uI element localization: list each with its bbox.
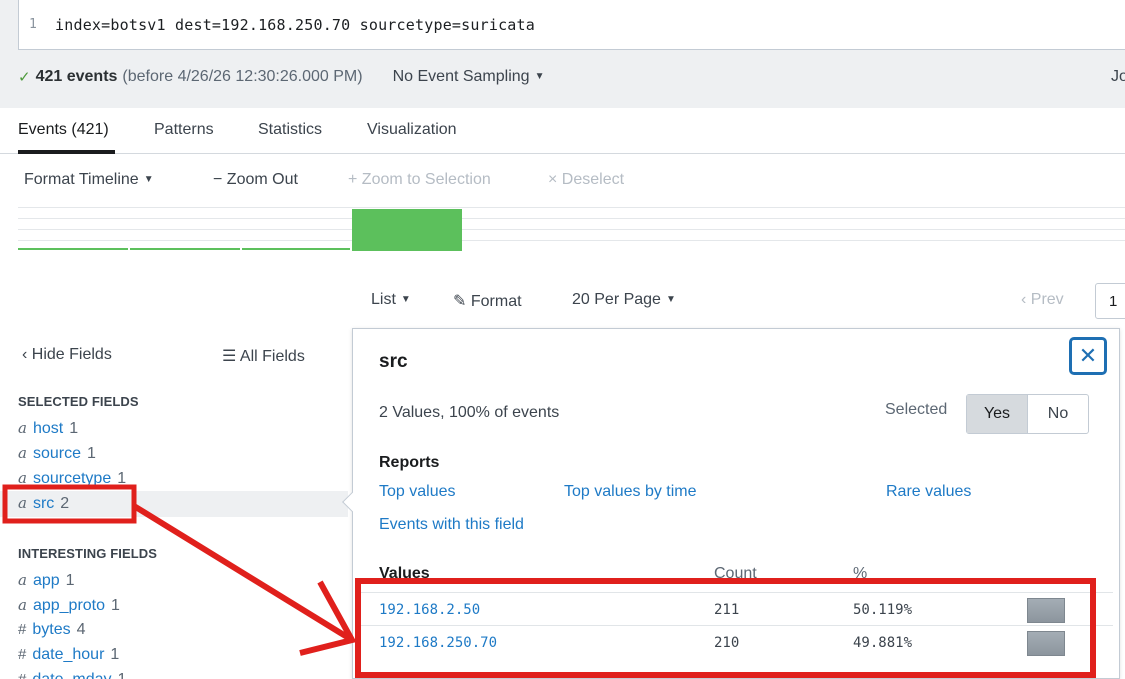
string-type-icon: a xyxy=(18,419,27,437)
field-src[interactable]: a src 2 xyxy=(18,494,69,513)
per-page-dropdown[interactable]: 20 Per Page ▼ xyxy=(572,291,676,309)
list-icon: ☰ xyxy=(222,348,237,365)
top-values-link[interactable]: Top values xyxy=(379,483,456,501)
timeline-gridline xyxy=(18,229,1125,230)
number-type-icon: # xyxy=(18,621,27,638)
tab-bar: Events (421) Patterns Statistics Visuali… xyxy=(0,108,1125,154)
search-area: 1 index=botsv1 dest=192.168.250.70 sourc… xyxy=(0,0,1125,108)
value-row[interactable]: 192.168.2.50 211 50.119% xyxy=(361,592,1113,625)
no-button[interactable]: No xyxy=(1028,395,1088,433)
field-sourcetype[interactable]: a sourcetype 1 xyxy=(18,469,126,488)
all-fields-button[interactable]: ☰ All Fields xyxy=(222,346,305,366)
timeline-bar[interactable] xyxy=(352,209,462,251)
search-input[interactable]: 1 index=botsv1 dest=192.168.250.70 sourc… xyxy=(18,0,1125,50)
active-tab-indicator xyxy=(18,150,115,154)
values-header: Values xyxy=(379,565,430,582)
job-menu[interactable]: Jo xyxy=(1111,68,1125,86)
caret-down-icon: ▼ xyxy=(143,174,154,185)
check-icon: ✓ xyxy=(18,69,31,86)
tab-patterns[interactable]: Patterns xyxy=(154,121,214,139)
string-type-icon: a xyxy=(18,444,27,462)
value-percent: 49.881% xyxy=(853,635,913,651)
plus-icon: + xyxy=(348,171,358,188)
field-app[interactable]: a app 1 xyxy=(18,571,75,590)
interesting-fields-title: INTERESTING FIELDS xyxy=(18,546,158,561)
pencil-icon: ✎ xyxy=(453,293,467,310)
percent-header: % xyxy=(853,565,868,582)
reports-title: Reports xyxy=(379,454,440,471)
close-icon: ✕ xyxy=(1078,343,1098,368)
value-percent: 50.119% xyxy=(853,602,913,618)
value-link[interactable]: 192.168.250.70 xyxy=(379,635,497,651)
field-host[interactable]: a host 1 xyxy=(18,419,78,438)
timeline-chart[interactable] xyxy=(18,207,1125,251)
top-values-by-time-link[interactable]: Top values by time xyxy=(564,483,697,501)
line-number: 1 xyxy=(29,17,37,32)
field-app-proto[interactable]: a app_proto 1 xyxy=(18,596,120,615)
close-button[interactable]: ✕ xyxy=(1069,337,1107,375)
prev-page-button[interactable]: ‹ Prev xyxy=(1021,291,1064,309)
timeline-gridline xyxy=(18,218,1125,219)
format-timeline-button[interactable]: Format Timeline ▼ xyxy=(24,171,154,189)
string-type-icon: a xyxy=(18,494,27,512)
tab-events[interactable]: Events (421) xyxy=(18,121,109,139)
count-header: Count xyxy=(714,565,757,582)
values-summary: 2 Values, 100% of events xyxy=(379,404,560,421)
search-query[interactable]: index=botsv1 dest=192.168.250.70 sourcet… xyxy=(55,16,535,34)
rare-values-link[interactable]: Rare values xyxy=(886,483,971,501)
field-bytes[interactable]: # bytes 4 xyxy=(18,621,86,639)
yes-button[interactable]: Yes xyxy=(967,395,1028,433)
fields-sidebar: ‹ Hide Fields ☰ All Fields SELECTED FIEL… xyxy=(0,328,348,679)
selected-fields-title: SELECTED FIELDS xyxy=(18,394,139,409)
timeline-bar[interactable] xyxy=(242,248,350,250)
zoom-to-selection-button[interactable]: + Zoom to Selection xyxy=(348,171,491,189)
string-type-icon: a xyxy=(18,596,27,614)
value-bar xyxy=(1027,631,1065,656)
timeline-gridline xyxy=(18,207,1125,208)
number-type-icon: # xyxy=(18,646,27,663)
zoom-out-button[interactable]: − Zoom Out xyxy=(213,171,298,189)
string-type-icon: a xyxy=(18,571,27,589)
timeline-bar[interactable] xyxy=(130,248,240,250)
event-sampling-dropdown[interactable]: No Event Sampling ▼ xyxy=(393,68,545,86)
job-status: ✓ 421 events (before 4/26/26 12:30:26.00… xyxy=(18,68,544,86)
events-with-field-link[interactable]: Events with this field xyxy=(379,516,524,534)
field-source[interactable]: a source 1 xyxy=(18,444,96,463)
chevron-left-icon: ‹ xyxy=(1021,291,1027,308)
hide-fields-button[interactable]: ‹ Hide Fields xyxy=(22,346,112,364)
selected-label: Selected xyxy=(885,401,948,418)
deselect-button[interactable]: × Deselect xyxy=(548,171,624,189)
list-dropdown[interactable]: List ▼ xyxy=(371,291,411,309)
caret-down-icon: ▼ xyxy=(665,294,676,305)
x-icon: × xyxy=(548,171,558,188)
tab-statistics[interactable]: Statistics xyxy=(258,121,322,139)
caret-down-icon: ▼ xyxy=(534,71,545,82)
format-button[interactable]: ✎ Format xyxy=(453,291,522,311)
page-1-button[interactable]: 1 xyxy=(1095,283,1125,319)
number-type-icon: # xyxy=(18,671,26,679)
chevron-left-icon: ‹ xyxy=(22,346,28,363)
field-date-mday[interactable]: #date_mday1 xyxy=(18,671,126,679)
string-type-icon: a xyxy=(18,469,27,487)
value-link[interactable]: 192.168.2.50 xyxy=(379,602,480,618)
timeline-bar[interactable] xyxy=(18,248,128,250)
value-count: 210 xyxy=(714,635,740,651)
value-bar xyxy=(1027,598,1065,623)
caret-down-icon: ▼ xyxy=(400,294,411,305)
popup-title: src xyxy=(379,351,408,372)
events-count: 421 events xyxy=(35,68,118,85)
timeline-gridline xyxy=(18,240,1125,241)
field-date-hour[interactable]: # date_hour 1 xyxy=(18,646,119,664)
value-count: 211 xyxy=(714,602,740,618)
minus-icon: − xyxy=(213,171,223,188)
time-range-text: (before 4/26/26 12:30:26.000 PM) xyxy=(122,68,363,85)
selected-toggle: Yes No xyxy=(966,394,1089,434)
tab-visualization[interactable]: Visualization xyxy=(367,121,457,139)
field-summary-popup: src ✕ 2 Values, 100% of events Selected … xyxy=(342,328,1120,679)
value-row[interactable]: 192.168.250.70 210 49.881% xyxy=(361,625,1113,658)
